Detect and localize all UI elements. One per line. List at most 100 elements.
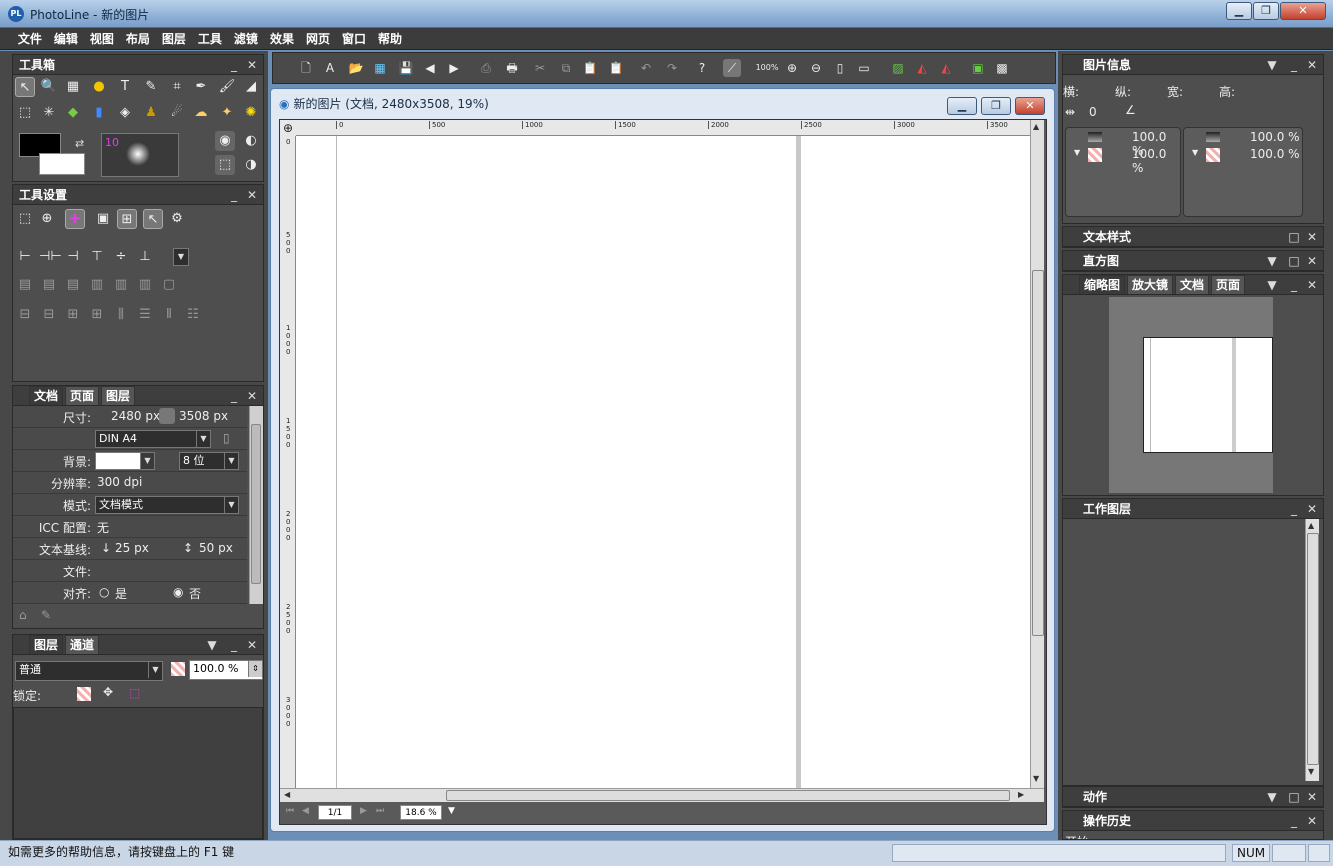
space-h2-icon[interactable]: ⊟ xyxy=(39,305,59,325)
menu-web[interactable]: 网页 xyxy=(300,28,336,50)
last-page-icon[interactable]: ⏭ xyxy=(376,806,384,816)
work-layer-scrollbar[interactable]: ▲ ▼ xyxy=(1305,519,1319,781)
brush-tool-icon[interactable]: 🖌 xyxy=(217,77,237,97)
pointer-tool-icon[interactable]: ↖ xyxy=(15,77,35,97)
history-header[interactable]: 操作历史 _ ✕ xyxy=(1063,811,1323,831)
text-tool-icon[interactable]: T xyxy=(115,77,135,97)
panel-minimize-icon[interactable]: _ xyxy=(1287,55,1301,75)
panel-minimize-icon[interactable]: _ xyxy=(1287,275,1301,295)
panel-minimize-icon[interactable]: _ xyxy=(227,185,241,205)
space-v1-icon[interactable]: ⊞ xyxy=(63,305,83,325)
vertical-ruler[interactable]: 0 500 1000 1500 2000 2500 3000 xyxy=(280,136,296,788)
tab-page[interactable]: 页面 xyxy=(65,386,100,405)
panel-close-icon[interactable]: ✕ xyxy=(1305,499,1319,519)
align-dropdown[interactable]: ▼ xyxy=(173,248,189,266)
panel-restore-icon[interactable]: □ xyxy=(1287,787,1301,807)
menu-tools[interactable]: 工具 xyxy=(192,28,228,50)
paste-icon[interactable]: 📋 xyxy=(581,59,599,77)
space-frame-h-icon[interactable]: ⫴ xyxy=(159,305,179,325)
align-no-radio[interactable]: ◉ xyxy=(173,585,183,599)
back-icon[interactable]: ◀ xyxy=(421,59,439,77)
zoom-tool-icon[interactable]: 🔍 xyxy=(39,77,59,97)
histogram-header[interactable]: 直方图 ▼ □ ✕ xyxy=(1063,251,1323,271)
expand-icon[interactable]: ▼ xyxy=(1192,148,1198,157)
text-style-header[interactable]: 文本样式 □ ✕ xyxy=(1063,227,1323,247)
expand-icon[interactable]: ▼ xyxy=(1074,148,1080,157)
doc-close-button[interactable]: ✕ xyxy=(1015,97,1045,115)
space-h1-icon[interactable]: ⊟ xyxy=(15,305,35,325)
menu-window[interactable]: 窗口 xyxy=(336,28,372,50)
cut-icon[interactable]: ✂ xyxy=(531,59,549,77)
background-color-select[interactable]: ▼ xyxy=(95,452,155,470)
panel-close-icon[interactable]: ✕ xyxy=(1305,55,1319,75)
paste-new-icon[interactable]: 📋 xyxy=(607,59,625,77)
panel-close-icon[interactable]: ✕ xyxy=(245,386,259,406)
align-top-icon[interactable]: ⊤ xyxy=(87,247,107,267)
shape-tool-icon[interactable]: ● xyxy=(89,77,109,97)
zoom-field[interactable]: 18.6 % xyxy=(400,805,442,820)
redo-icon[interactable]: ↷ xyxy=(663,59,681,77)
prev-page-icon[interactable]: ◀ xyxy=(302,806,309,816)
lock-transparency-icon[interactable] xyxy=(77,687,91,701)
panel-close-icon[interactable]: ✕ xyxy=(245,55,259,75)
panel-close-icon[interactable]: ✕ xyxy=(245,185,259,205)
menu-filter[interactable]: 滤镜 xyxy=(228,28,264,50)
link-dimensions-icon[interactable] xyxy=(159,408,175,424)
panel-menu-icon[interactable]: ▼ xyxy=(1265,787,1279,807)
tab-channels[interactable]: 通道 xyxy=(65,635,100,654)
align-bottom-icon[interactable]: ⊥ xyxy=(135,247,155,267)
new-text-icon[interactable]: A xyxy=(321,59,339,77)
panel-minimize-icon[interactable]: _ xyxy=(1287,811,1301,831)
zoom-out-icon[interactable]: ⊖ xyxy=(807,59,825,77)
image-adjust-icon[interactable]: ▨ xyxy=(889,59,907,77)
align-vcenter-icon[interactable]: ÷ xyxy=(111,247,131,267)
tab-magnifier[interactable]: 放大镜 xyxy=(1127,275,1174,294)
print-icon[interactable]: 🖶 xyxy=(503,59,521,77)
path-tool-icon[interactable]: ✎ xyxy=(141,77,161,97)
minimize-button[interactable]: ▁ xyxy=(1226,2,1252,20)
panel-close-icon[interactable]: ✕ xyxy=(1305,275,1319,295)
menu-view[interactable]: 视图 xyxy=(84,28,120,50)
menu-effects[interactable]: 效果 xyxy=(264,28,300,50)
zoom-dropdown-icon[interactable]: ▼ xyxy=(448,806,455,816)
image-mode-icon[interactable]: ▣ xyxy=(93,209,113,229)
document-panel-scrollbar[interactable] xyxy=(249,406,263,604)
tab-layers[interactable]: 图层 xyxy=(29,635,64,654)
distribute-center-icon[interactable]: ▤ xyxy=(39,275,59,295)
settings-gear-icon[interactable]: ⚙ xyxy=(167,209,187,229)
align-right-icon[interactable]: ⊣ xyxy=(63,247,83,267)
zoom-100-button[interactable]: 100% xyxy=(755,59,779,77)
thumbnail-view[interactable] xyxy=(1109,297,1273,493)
background-color-swatch[interactable] xyxy=(39,153,85,175)
history-item[interactable]: 开始 xyxy=(1065,833,1089,839)
panel-minimize-icon[interactable]: _ xyxy=(227,55,241,75)
grid-mode-icon[interactable]: ⊞ xyxy=(117,209,137,229)
resize-icon[interactable]: ▣ xyxy=(969,59,987,77)
panel-menu-icon[interactable]: ▼ xyxy=(1265,251,1279,271)
sponge-tool-icon[interactable]: ✦ xyxy=(217,103,237,123)
gradient-tool-icon[interactable]: ▮ xyxy=(89,103,109,123)
menu-file[interactable]: 文件 xyxy=(12,28,48,50)
doc-maximize-button[interactable]: ❐ xyxy=(981,97,1011,115)
tab-thumbnail[interactable]: 缩略图 xyxy=(1079,275,1126,294)
horizontal-ruler[interactable]: 0 500 1000 1500 2000 2500 3000 3500 xyxy=(296,120,1030,136)
panel-menu-icon[interactable]: ▼ xyxy=(1265,55,1279,75)
layers-list[interactable] xyxy=(13,707,263,839)
select-all-icon[interactable]: ⬚ xyxy=(15,209,35,229)
resolution-value[interactable]: 300 dpi xyxy=(97,475,142,489)
pen-tool-icon[interactable]: ✒ xyxy=(191,77,211,97)
distribute-middle-icon[interactable]: ▥ xyxy=(111,275,131,295)
horizontal-scrollbar[interactable]: ◀ ▶ xyxy=(280,788,1044,802)
stamp-tool-icon[interactable]: ▦ xyxy=(63,77,83,97)
help-pointer-icon[interactable]: ? xyxy=(693,59,711,77)
space-v2-icon[interactable]: ⊞ xyxy=(87,305,107,325)
page-canvas[interactable] xyxy=(296,136,1030,788)
transform-icon[interactable]: ⊕ xyxy=(37,209,57,229)
distribute-left-icon[interactable]: ▤ xyxy=(15,275,35,295)
page-number-field[interactable]: 1/1 xyxy=(318,805,352,820)
panel-menu-icon[interactable]: ▼ xyxy=(1265,275,1279,295)
align-left-icon[interactable]: ⊢ xyxy=(15,247,35,267)
panel-close-icon[interactable]: ✕ xyxy=(1305,787,1319,807)
select-rect-tool-icon[interactable]: ⬚ xyxy=(15,103,35,123)
quickmask-edit-icon[interactable]: ◑ xyxy=(241,155,261,175)
